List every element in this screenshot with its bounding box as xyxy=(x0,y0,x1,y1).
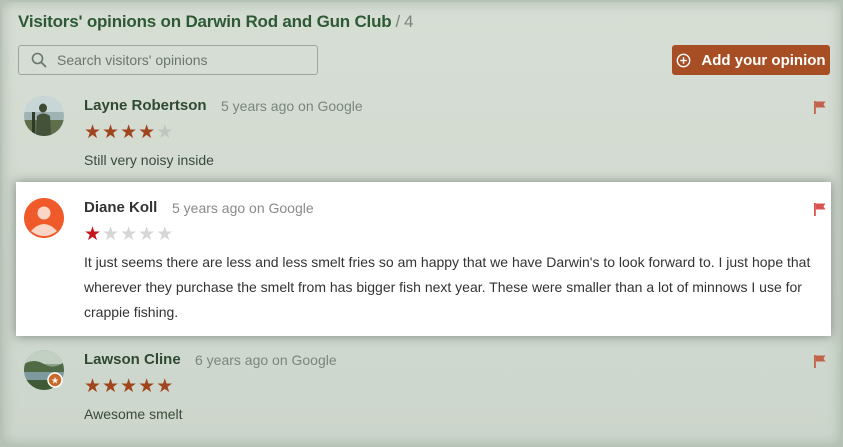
flag-icon[interactable] xyxy=(813,354,827,368)
search-box[interactable] xyxy=(18,45,318,75)
search-input[interactable] xyxy=(57,52,287,68)
review-item: Diane Koll 5 years ago on Google ★ ★ ★ ★… xyxy=(16,182,831,336)
flag-icon[interactable] xyxy=(813,100,827,114)
star-filled-icon: ★ xyxy=(138,122,156,143)
review-item: ★ Lawson Cline 6 years ago on Google ★ ★… xyxy=(2,340,841,432)
star-filled-icon: ★ xyxy=(102,376,120,397)
review-text: Awesome smelt xyxy=(84,406,183,422)
star-filled-icon: ★ xyxy=(84,122,102,143)
reviewer-name[interactable]: Diane Koll xyxy=(84,199,157,216)
reviews-panel: Visitors' opinions on Darwin Rod and Gun… xyxy=(0,0,843,447)
review-meta: 6 years ago on Google xyxy=(195,352,337,368)
review-count: 4 xyxy=(403,12,414,31)
star-filled-icon: ★ xyxy=(156,376,174,397)
star-empty-icon: ★ xyxy=(120,224,138,245)
title-text: Visitors' opinions on Darwin Rod and Gun… xyxy=(18,12,392,31)
avatar[interactable] xyxy=(24,198,64,238)
star-filled-icon: ★ xyxy=(120,376,138,397)
review-text: It just seems there are less and less sm… xyxy=(84,254,811,320)
review-meta: 5 years ago on Google xyxy=(172,200,314,216)
avatar[interactable]: ★ xyxy=(24,350,64,390)
star-rating: ★ ★ ★ ★ ★ xyxy=(84,377,173,396)
review-item: Layne Robertson 5 years ago on Google ★ … xyxy=(2,86,841,174)
star-filled-icon: ★ xyxy=(84,376,102,397)
avatar[interactable] xyxy=(24,96,64,136)
search-icon xyxy=(31,52,47,68)
star-empty-icon: ★ xyxy=(138,224,156,245)
star-filled-icon: ★ xyxy=(120,122,138,143)
star-filled-icon: ★ xyxy=(138,376,156,397)
reviewer-name[interactable]: Layne Robertson xyxy=(84,97,207,114)
add-opinion-label: Add your opinion xyxy=(701,51,826,69)
star-filled-icon: ★ xyxy=(102,122,120,143)
star-empty-icon: ★ xyxy=(102,224,120,245)
star-rating: ★ ★ ★ ★ ★ xyxy=(84,123,173,142)
star-empty-icon: ★ xyxy=(156,224,174,245)
review-meta: 5 years ago on Google xyxy=(221,98,363,114)
star-rating: ★ ★ ★ ★ ★ xyxy=(84,225,173,244)
title-separator: / xyxy=(395,12,400,31)
svg-text:★: ★ xyxy=(51,377,59,387)
star-filled-icon: ★ xyxy=(84,224,102,245)
add-opinion-button[interactable]: Add your opinion xyxy=(672,45,830,75)
flag-icon[interactable] xyxy=(813,202,827,216)
page-title: Visitors' opinions on Darwin Rod and Gun… xyxy=(18,12,413,32)
reviewer-name[interactable]: Lawson Cline xyxy=(84,351,181,368)
star-empty-icon: ★ xyxy=(156,122,174,143)
review-text: Still very noisy inside xyxy=(84,152,214,168)
plus-circle-icon xyxy=(677,53,691,67)
